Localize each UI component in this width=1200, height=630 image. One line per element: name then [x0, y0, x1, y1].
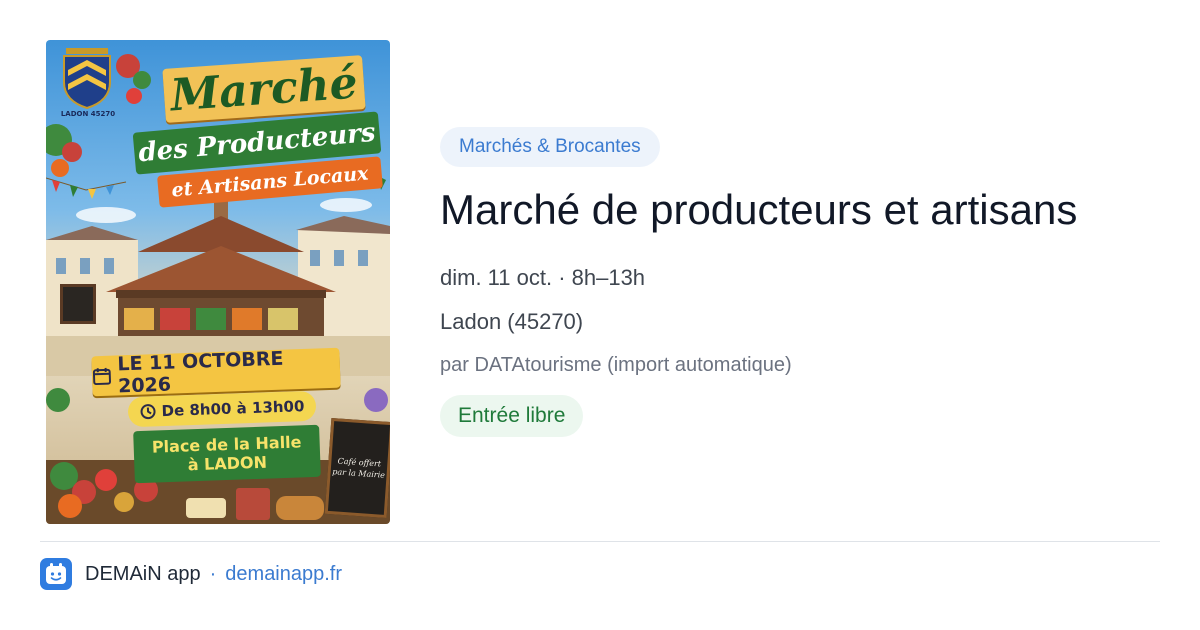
clock-icon — [140, 404, 156, 420]
app-name: DEMAiN app — [85, 562, 201, 585]
poster-date: LE 11 OCTOBRE 2026 — [116, 347, 284, 398]
app-website-link[interactable]: demainapp.fr — [225, 563, 342, 586]
entry-price-badge: Entrée libre — [440, 395, 584, 437]
footer-separator: · — [209, 562, 217, 585]
poster-title-line1: Marché — [168, 57, 360, 121]
poster-date-banner: LE 11 OCTOBRE 2026 — [91, 347, 341, 398]
poster-crest — [60, 48, 114, 110]
poster-place-banner: Place de la Halle à LADON — [133, 424, 321, 484]
poster-crest-label: LADON 45270 — [60, 110, 116, 118]
calendar-icon — [92, 367, 111, 386]
event-title: Marché de producteurs et artisans — [440, 186, 1078, 233]
poster-place-line1: Place de la Halle — [151, 432, 302, 457]
poster-place-line2: à LADON — [187, 452, 268, 475]
app-logo-icon — [40, 558, 72, 590]
category-badge[interactable]: Marchés & Brocantes — [440, 127, 660, 167]
poster-cafe-line2: par la Mairie — [331, 467, 386, 480]
event-datetime: dim. 11 oct. · 8h–13h — [440, 265, 646, 290]
footer: DEMAiN app · demainapp.fr — [40, 558, 342, 590]
calendar-face-icon — [46, 563, 66, 584]
footer-divider — [40, 541, 1160, 542]
event-location: Ladon (45270) — [440, 309, 584, 334]
event-poster-image[interactable]: LADON 45270 Marché des Producteurs et Ar… — [46, 40, 390, 524]
poster-time: De 8h00 à 13h00 — [161, 397, 305, 421]
poster-cafe-chalkboard: Café offert par la Mairie — [324, 417, 390, 519]
event-source: par DATAtourisme (import automatique) — [440, 354, 792, 376]
coat-of-arms-icon — [63, 48, 111, 110]
poster-cafe-line1: Café offert — [337, 456, 382, 469]
